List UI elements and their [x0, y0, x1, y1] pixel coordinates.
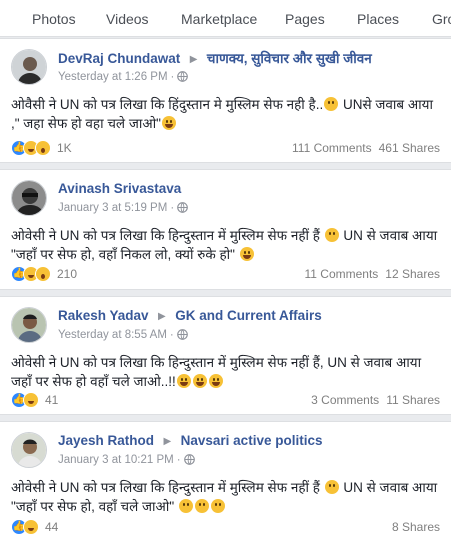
post-card: Avinash Srivastava January 3 at 5:19 PM ·… [0, 169, 451, 290]
reaction-count[interactable]: 1K [57, 141, 72, 155]
wow-reaction-icon [35, 266, 51, 282]
shares-count[interactable]: 8 Shares [392, 520, 440, 534]
post-text: ओवेसी ने UN को पत्र लिखा कि हिन्दुस्तान … [11, 353, 443, 391]
laughing-emoji-icon [208, 374, 223, 388]
reactions[interactable]: 👍 210 [11, 266, 77, 282]
post-text: ओवैसी ने UN को पत्र लिखा कि हिंदुस्तान म… [11, 95, 443, 133]
top-nav-tabs: Photos Videos Marketplace Pages Places G… [0, 0, 451, 37]
reaction-count[interactable]: 44 [45, 520, 58, 534]
post-card: DevRaj Chundawat ▶ चाणक्य, सुविचार और सु… [0, 38, 451, 163]
post-time[interactable]: Yesterday at 8:55 AM [58, 329, 167, 341]
post-text-line: ओवेसी ने UN को पत्र लिखा कि हिन्दुस्तान … [11, 228, 320, 243]
arrow-right-icon: ▶ [163, 436, 172, 447]
comments-count[interactable]: 3 Comments [311, 393, 379, 407]
reactions[interactable]: 👍 44 [11, 519, 58, 535]
reactions[interactable]: 👍 1K [11, 140, 72, 156]
laughing-emoji-icon [176, 374, 191, 388]
thinking-emoji-icon [324, 480, 339, 494]
comments-count[interactable]: 111 Comments [292, 141, 372, 155]
thinking-emoji-icon [324, 228, 339, 242]
tab-videos[interactable]: Videos [106, 11, 149, 27]
laughing-emoji-icon [161, 116, 176, 130]
shares-count[interactable]: 12 Shares [385, 267, 440, 281]
shares-count[interactable]: 461 Shares [379, 141, 440, 155]
tab-groups[interactable]: Gro [432, 11, 451, 27]
post-text-line: जहाँ पर सेफ हो वहाँ चले जाओ..!! [11, 374, 176, 389]
comments-count[interactable]: 11 Comments [304, 267, 378, 281]
tab-pages[interactable]: Pages [285, 11, 325, 27]
post-time[interactable]: January 3 at 10:21 PM [58, 454, 174, 466]
post-card: Jayesh Rathod ▶ Navsari active politics … [0, 421, 451, 537]
post-text: ओवेसी ने UN को पत्र लिखा कि हिन्दुस्तान … [11, 478, 443, 516]
post-stats: 👍 1K 111 Comments 461 Shares [11, 140, 440, 158]
reaction-count[interactable]: 41 [45, 393, 58, 407]
post-stats: 👍 44 8 Shares [11, 519, 440, 537]
smiling-emoji-icon [210, 499, 225, 513]
arrow-right-icon: ▶ [189, 54, 198, 65]
avatar[interactable] [11, 432, 47, 468]
post-author[interactable]: DevRaj Chundawat [58, 51, 180, 66]
post-text-line: ओवैसी ने UN को पत्र लिखा कि हिंदुस्तान म… [11, 97, 324, 112]
post-text-line: ," जहा सेफ हो वहा चले जाओ" [11, 116, 161, 131]
globe-icon [177, 71, 189, 82]
tab-photos[interactable]: Photos [32, 11, 76, 27]
post-author[interactable]: Avinash Srivastava [58, 181, 181, 196]
shares-count[interactable]: 11 Shares [386, 393, 440, 407]
tab-marketplace[interactable]: Marketplace [181, 11, 257, 27]
avatar[interactable] [11, 49, 47, 85]
post-time[interactable]: January 3 at 5:19 PM [58, 202, 167, 214]
thinking-emoji-icon [324, 97, 339, 111]
post-group[interactable]: चाणक्य, सुविचार और सुखी जीवन [207, 51, 372, 66]
post-stats: 👍 41 3 Comments 11 Shares [11, 392, 440, 410]
laughing-emoji-icon [239, 247, 254, 261]
post-text-line: ओवेसी ने UN को पत्र लिखा कि हिन्दुस्तान … [11, 480, 320, 495]
avatar[interactable] [11, 307, 47, 343]
globe-icon [177, 202, 189, 213]
wow-reaction-icon [35, 140, 51, 156]
arrow-right-icon: ▶ [158, 311, 166, 322]
smiling-emoji-icon [178, 499, 193, 513]
post-text-line: UN से जवाब आया [339, 228, 438, 243]
post-stats: 👍 210 11 Comments 12 Shares [11, 266, 440, 284]
post-text-line: UN से जवाब आया [339, 480, 438, 495]
post-text-line: UNसे जवाब आया [339, 97, 433, 112]
laughing-emoji-icon [192, 374, 207, 388]
post-author[interactable]: Jayesh Rathod [58, 433, 154, 448]
post-text: ओवेसी ने UN को पत्र लिखा कि हिन्दुस्तान … [11, 226, 443, 264]
post-text-line: ओवेसी ने UN को पत्र लिखा कि हिन्दुस्तान … [11, 355, 422, 370]
post-text-line: "जहाँ पर सेफ हो, वहाँ निकल लो, क्यों रुक… [11, 247, 235, 262]
reactions[interactable]: 👍 41 [11, 392, 58, 408]
tab-places[interactable]: Places [357, 11, 399, 27]
post-time[interactable]: Yesterday at 1:26 PM [58, 71, 168, 83]
haha-reaction-icon [23, 519, 39, 535]
avatar[interactable] [11, 180, 47, 216]
reaction-count[interactable]: 210 [57, 267, 77, 281]
smiling-emoji-icon [194, 499, 209, 513]
post-group[interactable]: GK and Current Affairs [175, 308, 322, 323]
globe-icon [176, 329, 188, 340]
post-author[interactable]: Rakesh Yadav [58, 308, 149, 323]
post-text-line: "जहाँ पर सेफ हो, वहाँ चले जाओ" [11, 499, 175, 514]
haha-reaction-icon [23, 392, 39, 408]
post-card: Rakesh Yadav ▶ GK and Current Affairs Ye… [0, 296, 451, 415]
globe-icon [183, 454, 195, 465]
post-group[interactable]: Navsari active politics [181, 433, 323, 448]
